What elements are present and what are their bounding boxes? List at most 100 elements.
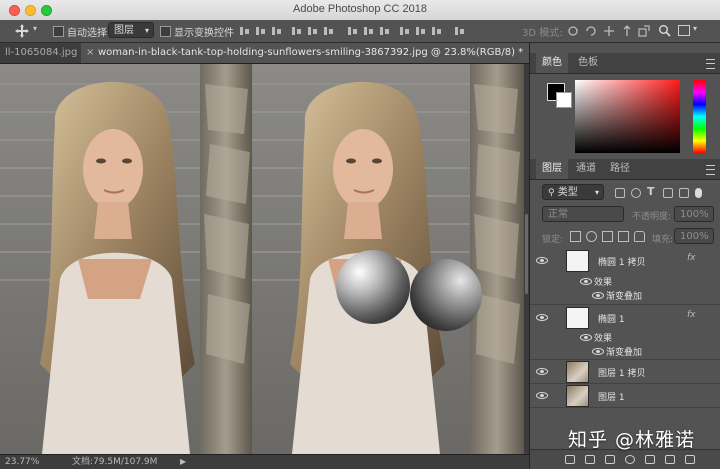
zoom-level[interactable]: 23.77% bbox=[5, 455, 39, 469]
layer-filter-dropdown[interactable]: ⚲ 类型 ▾ bbox=[542, 184, 604, 200]
search-icon[interactable] bbox=[658, 24, 671, 37]
layer-row-ellipse[interactable]: 椭圆 1 fx 效果 渐变叠加 bbox=[530, 305, 720, 360]
lock-position-icon[interactable] bbox=[602, 231, 613, 242]
filter-shape-icon[interactable] bbox=[663, 188, 673, 198]
add-mask-icon[interactable] bbox=[605, 455, 615, 464]
auto-select-label: 自动选择: bbox=[67, 28, 111, 39]
layer-name[interactable]: 图层 1 bbox=[598, 390, 625, 403]
document-tab-bar: ll-1065084.jpg × woman-in-black-tank-top… bbox=[0, 43, 529, 64]
new-group-icon[interactable] bbox=[645, 455, 655, 464]
3d-roll-icon[interactable] bbox=[585, 25, 597, 37]
visibility-eye-icon[interactable] bbox=[536, 314, 548, 321]
3d-slide-icon[interactable] bbox=[621, 25, 633, 37]
chevron-down-icon[interactable]: ▾ bbox=[33, 24, 37, 33]
link-layers-icon[interactable] bbox=[565, 455, 575, 464]
layer-name[interactable]: 椭圆 1 bbox=[598, 312, 625, 325]
background-color-swatch[interactable] bbox=[556, 92, 572, 108]
auto-select-checkbox[interactable]: 自动选择: bbox=[53, 24, 110, 39]
align-hcenter-icon[interactable] bbox=[256, 25, 266, 37]
color-panel-tabs: 颜色 色板 bbox=[530, 53, 720, 74]
panel-menu-icon[interactable] bbox=[706, 165, 715, 175]
show-transform-checkbox[interactable]: 显示变换控件 bbox=[160, 24, 234, 39]
move-arrows-icon[interactable] bbox=[14, 23, 30, 39]
visibility-eye-icon[interactable] bbox=[536, 392, 548, 399]
tab-color[interactable]: 颜色 bbox=[536, 53, 568, 73]
align-bottom-icon[interactable] bbox=[324, 25, 334, 37]
panel-menu-icon[interactable] bbox=[706, 59, 715, 69]
align-left-icon[interactable] bbox=[240, 25, 250, 37]
3d-orbit-icon[interactable] bbox=[567, 25, 579, 37]
auto-align-icon[interactable] bbox=[455, 25, 465, 37]
color-field[interactable] bbox=[575, 80, 680, 153]
align-top-icon[interactable] bbox=[292, 25, 302, 37]
filter-type-icon[interactable]: T bbox=[647, 185, 655, 198]
lock-all-icon[interactable] bbox=[634, 231, 645, 242]
fx-icon[interactable] bbox=[585, 455, 595, 464]
distribute-vcenter-icon[interactable] bbox=[364, 25, 374, 37]
effects-label: 效果 bbox=[594, 278, 613, 288]
tab-channels[interactable]: 通道 bbox=[570, 159, 602, 179]
layer-name[interactable]: 图层 1 拷贝 bbox=[598, 366, 645, 379]
layers-panel-tabs: 图层 通道 路径 bbox=[530, 159, 720, 180]
align-right-icon[interactable] bbox=[272, 25, 282, 37]
lock-label: 锁定: bbox=[542, 235, 564, 245]
fx-badge[interactable]: fx bbox=[687, 253, 696, 263]
adjustment-layer-icon[interactable] bbox=[625, 455, 635, 464]
distribute-bottom-icon[interactable] bbox=[380, 25, 390, 37]
tab-paths[interactable]: 路径 bbox=[604, 159, 636, 179]
filter-pixel-icon[interactable] bbox=[615, 188, 625, 198]
align-vcenter-icon[interactable] bbox=[308, 25, 318, 37]
filter-adjustment-icon[interactable] bbox=[631, 188, 641, 198]
layer-row-layer1[interactable]: 图层 1 bbox=[530, 384, 720, 408]
distribute-right-icon[interactable] bbox=[432, 25, 442, 37]
watermark: 知乎 @林雅诺 bbox=[568, 429, 696, 451]
effect-eye-icon[interactable] bbox=[592, 292, 604, 299]
effect-gradient-overlay[interactable]: 渐变叠加 bbox=[606, 345, 642, 358]
document-tab-2[interactable]: × woman-in-black-tank-top-holding-sunflo… bbox=[81, 43, 529, 63]
status-menu-arrow-icon[interactable]: ▶ bbox=[180, 455, 186, 469]
3d-pan-icon[interactable] bbox=[603, 25, 615, 37]
effects-eye-icon[interactable] bbox=[580, 334, 592, 341]
effect-gradient-overlay[interactable]: 渐变叠加 bbox=[606, 289, 642, 302]
auto-select-dropdown[interactable]: 图层 ▾ bbox=[108, 22, 154, 38]
fill-value: 100% bbox=[680, 231, 709, 242]
layer-row-layer1-copy[interactable]: 图层 1 拷贝 bbox=[530, 360, 720, 384]
distribute-top-icon[interactable] bbox=[348, 25, 358, 37]
hue-slider[interactable] bbox=[693, 80, 706, 153]
close-tab-icon[interactable]: × bbox=[86, 43, 94, 63]
ellipse-sphere-left bbox=[336, 250, 410, 324]
search-icon: ⚲ bbox=[548, 188, 555, 198]
tab-layers[interactable]: 图层 bbox=[536, 159, 568, 179]
opacity-input[interactable]: 100% bbox=[674, 206, 714, 222]
lock-transparent-icon[interactable] bbox=[570, 231, 581, 242]
new-layer-icon[interactable] bbox=[665, 455, 675, 464]
document-canvas[interactable] bbox=[0, 64, 524, 454]
visibility-eye-icon[interactable] bbox=[536, 368, 548, 375]
tab-swatches[interactable]: 色板 bbox=[572, 53, 604, 73]
fill-input[interactable]: 100% bbox=[674, 228, 714, 244]
canvas-image bbox=[0, 64, 524, 454]
filter-smartobject-icon[interactable] bbox=[679, 188, 689, 198]
distribute-left-icon[interactable] bbox=[400, 25, 410, 37]
workspace-switcher-icon[interactable] bbox=[678, 25, 690, 36]
filter-toggle-icon[interactable] bbox=[695, 188, 702, 198]
document-tab-1[interactable]: ll-1065084.jpg bbox=[0, 43, 85, 63]
distribute-hcenter-icon[interactable] bbox=[416, 25, 426, 37]
layer-row-ellipse-copy[interactable]: 椭圆 1 拷贝 fx 效果 渐变叠加 bbox=[530, 248, 720, 305]
blend-mode-dropdown[interactable]: 正常 bbox=[542, 206, 624, 222]
chevron-down-icon[interactable]: ▾ bbox=[693, 24, 697, 33]
chevron-down-icon: ▾ bbox=[144, 26, 149, 35]
visibility-eye-icon[interactable] bbox=[536, 257, 548, 264]
effect-eye-icon[interactable] bbox=[592, 348, 604, 355]
lock-artboard-icon[interactable] bbox=[618, 231, 629, 242]
layer-name[interactable]: 椭圆 1 拷贝 bbox=[598, 255, 645, 268]
fx-badge[interactable]: fx bbox=[687, 310, 696, 320]
trash-icon[interactable] bbox=[685, 455, 695, 464]
opacity-label: 不透明度: bbox=[632, 212, 672, 222]
effects-eye-icon[interactable] bbox=[580, 278, 592, 285]
ellipse-sphere-right bbox=[410, 259, 482, 331]
3d-scale-icon[interactable] bbox=[638, 25, 650, 37]
layer-filter-icons: T bbox=[615, 185, 715, 199]
image-layer-thumbnail bbox=[566, 361, 589, 383]
lock-image-icon[interactable] bbox=[586, 231, 597, 242]
